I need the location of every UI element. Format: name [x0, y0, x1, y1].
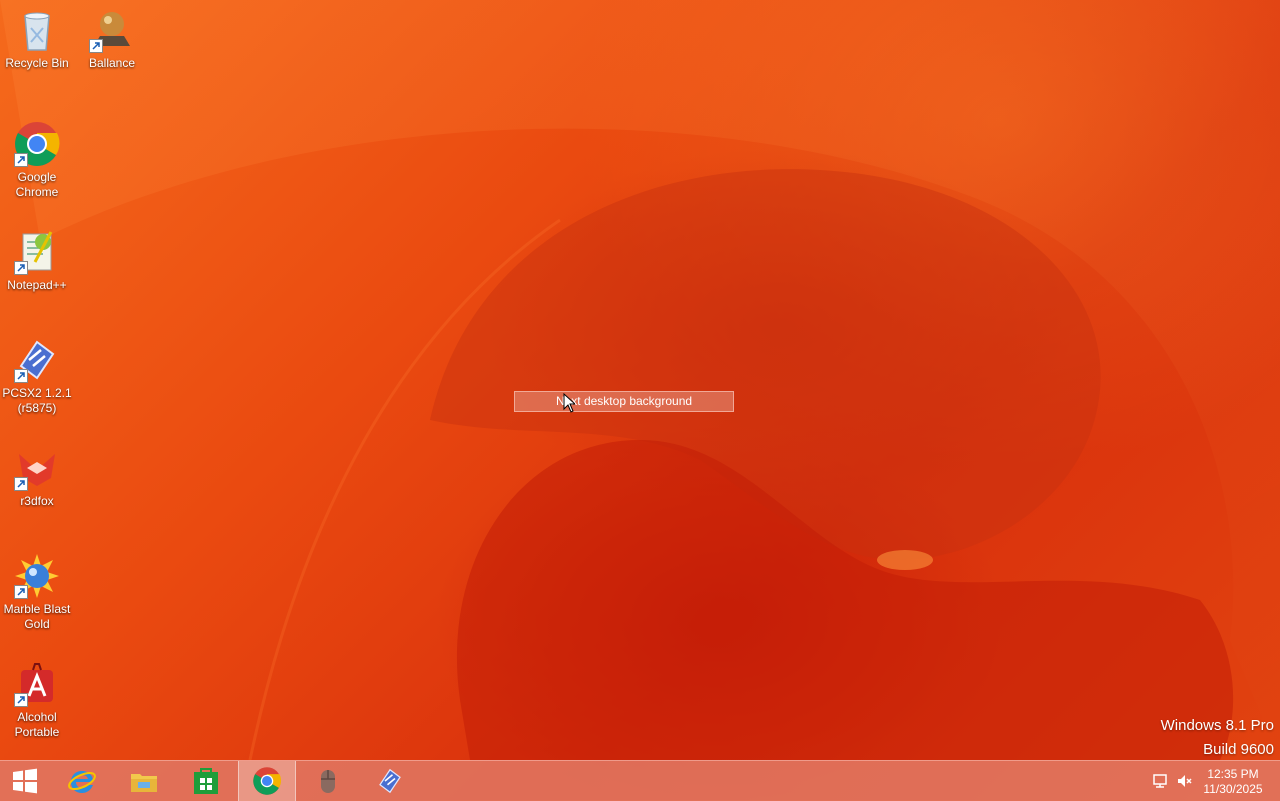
mouse-cursor-icon — [563, 393, 575, 413]
desktop-icon-label: r3dfox — [20, 494, 54, 508]
pcsx2-icon — [379, 768, 401, 794]
desktop-icon-google-chrome[interactable]: Google Chrome — [0, 120, 74, 200]
desktop[interactable]: Recycle Bin Ballance Google Chrome Notep… — [0, 0, 1280, 800]
desktop-icon-label: Google Chrome — [15, 170, 59, 199]
desktop-icon-label: PCSX2 1.2.1 (r5875) — [2, 386, 72, 415]
taskbar-file-explorer[interactable] — [116, 761, 172, 801]
os-build: Build 9600 — [1203, 741, 1274, 758]
desktop-icon-notepadpp[interactable]: Notepad++ — [0, 228, 74, 293]
desktop-icon-label: Ballance — [88, 56, 136, 70]
desktop-icon-alcohol-portable[interactable]: Alcohol Portable — [0, 660, 74, 740]
shortcut-arrow-icon — [14, 585, 28, 599]
desktop-icon-label: Notepad++ — [7, 278, 67, 292]
os-edition: Windows 8.1 Pro — [1160, 717, 1274, 734]
taskbar-google-chrome[interactable] — [238, 761, 296, 801]
recycle-bin-icon — [24, 12, 50, 51]
windows-store-icon — [194, 768, 218, 794]
clock-date: 11/30/2025 — [1203, 782, 1263, 796]
clock-time: 12:35 PM — [1207, 767, 1259, 781]
taskbar-windows-store[interactable] — [178, 761, 234, 801]
desktop-icon-r3dfox[interactable]: r3dfox — [0, 444, 74, 509]
desktop-icon-label: Recycle Bin — [5, 56, 69, 70]
shortcut-arrow-icon — [89, 39, 103, 53]
desktop-icon-recycle-bin[interactable]: Recycle Bin — [0, 6, 74, 71]
internet-explorer-icon — [68, 771, 96, 793]
file-explorer-icon — [131, 774, 157, 792]
desktop-icon-pcsx2[interactable]: PCSX2 1.2.1 (r5875) — [0, 336, 74, 416]
speaker-muted-icon[interactable] — [1176, 773, 1192, 789]
desktop-icon-ballance[interactable]: Ballance — [75, 6, 149, 71]
taskbar-mouse-app[interactable] — [300, 761, 356, 801]
desktop-icon-marble-blast-gold[interactable]: Marble Blast Gold — [0, 552, 74, 632]
desktop-icon-label: Alcohol Portable — [14, 710, 60, 739]
taskbar-internet-explorer[interactable] — [54, 761, 110, 801]
mouse-icon — [321, 770, 335, 793]
chrome-icon — [253, 767, 282, 795]
tooltip: Next desktop background — [514, 391, 734, 412]
shortcut-arrow-icon — [14, 261, 28, 275]
windows-logo-icon — [13, 768, 37, 794]
shortcut-arrow-icon — [14, 477, 28, 491]
shortcut-arrow-icon — [14, 693, 28, 707]
wallpaper — [0, 0, 1280, 760]
taskbar: 12:35 PM 11/30/2025 — [0, 760, 1280, 801]
desktop-icon-label: Marble Blast Gold — [3, 602, 71, 631]
shortcut-arrow-icon — [14, 369, 28, 383]
os-watermark: Windows 8.1 Pro Build 9600 — [1161, 714, 1274, 762]
taskbar-pcsx2[interactable] — [362, 761, 418, 801]
system-tray: 12:35 PM 11/30/2025 — [1140, 761, 1280, 801]
shortcut-arrow-icon — [14, 153, 28, 167]
network-icon[interactable] — [1152, 773, 1168, 789]
clock[interactable]: 12:35 PM 11/30/2025 — [1198, 767, 1268, 797]
start-button[interactable] — [0, 761, 50, 801]
